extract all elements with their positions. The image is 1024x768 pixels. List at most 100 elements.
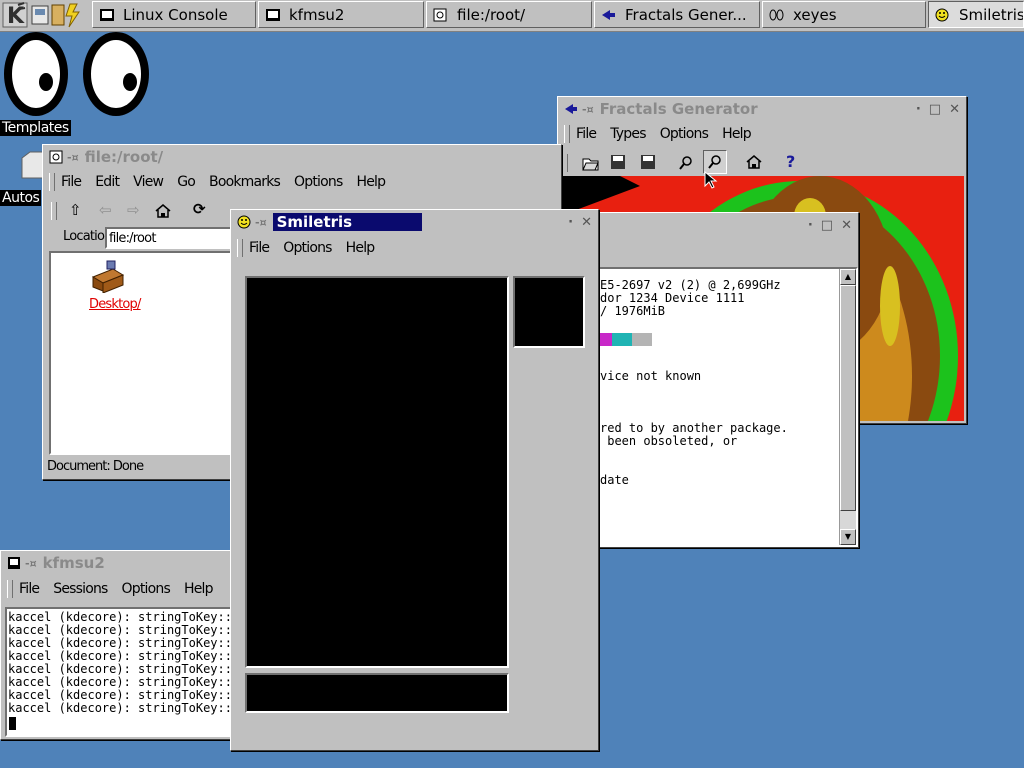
desktop-icon-autostart-label[interactable]: Autos	[0, 190, 42, 206]
zoom-in-icon	[708, 155, 721, 169]
desktop-folder-label[interactable]: Desktop/	[89, 297, 141, 312]
menu-file[interactable]: File	[576, 126, 597, 142]
taskbar-button[interactable]: Smiletris	[928, 1, 1024, 28]
kfmsu2-titlebar[interactable]: -¤ kfmsu2	[3, 553, 233, 573]
home-icon[interactable]	[155, 203, 171, 219]
mouse-cursor	[704, 171, 718, 189]
smiletris-titlebar[interactable]: -¤ Smiletris · ✕	[233, 212, 596, 232]
terminal-icon	[100, 8, 114, 21]
console-titlebar[interactable]: · □ ✕	[578, 215, 856, 235]
menubar-grip	[49, 173, 55, 191]
pin-icon[interactable]: -¤	[67, 151, 79, 164]
open-icon[interactable]	[582, 154, 600, 172]
menu-view[interactable]: View	[133, 174, 164, 190]
kfmsu2-terminal[interactable]: kaccel (kdecore): stringToKey::N kaccel …	[5, 607, 235, 737]
fractal-icon	[602, 9, 615, 20]
menubar-grip	[564, 125, 570, 143]
window-title: Smiletris	[272, 213, 423, 231]
file-manager-icon	[433, 8, 447, 21]
smiletris-menubar: File Options Help	[233, 236, 596, 260]
score-display	[245, 673, 509, 713]
zoom-out-icon[interactable]	[678, 155, 694, 171]
reload-icon[interactable]: ⟳	[193, 200, 206, 218]
taskbar-button[interactable]: kfmsu2	[258, 1, 424, 28]
scroll-up-icon[interactable]: ▲	[840, 269, 856, 285]
terminal-cursor	[9, 717, 16, 730]
menu-bookmarks[interactable]: Bookmarks	[209, 174, 281, 190]
forward-arrow-icon[interactable]: ⇨	[127, 201, 140, 219]
desktop-folder-icon[interactable]	[89, 259, 125, 293]
menu-options[interactable]: Options	[283, 240, 332, 256]
taskbar-button[interactable]: xeyes	[762, 1, 926, 28]
back-arrow-icon[interactable]: ⇦	[99, 201, 112, 219]
taskbar-button-label: Linux Console	[123, 5, 228, 24]
kfmsu2-menubar: File Sessions Options Help	[3, 577, 233, 601]
save-as-icon[interactable]	[640, 154, 656, 170]
fractals-titlebar[interactable]: -¤ Fractals Generator · □ ✕	[560, 99, 964, 119]
color-swatches	[598, 333, 652, 346]
save-icon[interactable]	[610, 154, 626, 170]
up-arrow-icon[interactable]: ⇧	[69, 201, 82, 219]
menu-options[interactable]: Options	[660, 126, 709, 142]
game-board[interactable]	[245, 276, 509, 668]
terminal-icon	[8, 557, 20, 569]
taskbar-button-label: Fractals Gener...	[625, 5, 747, 24]
file-manager-icon	[49, 150, 63, 164]
close-icon[interactable]: ✕	[949, 102, 960, 117]
menu-help[interactable]: Help	[346, 240, 376, 256]
menu-options[interactable]: Options	[294, 174, 343, 190]
next-piece-preview	[513, 276, 585, 348]
location-input[interactable]: file:/root	[105, 227, 235, 249]
close-icon[interactable]: ✕	[841, 218, 852, 233]
taskbar-button[interactable]: Fractals Gener...	[594, 1, 760, 28]
taskbar-button-label: Smiletris	[959, 5, 1024, 24]
close-icon[interactable]: ✕	[581, 215, 592, 230]
toolbar-grip	[51, 202, 57, 220]
help-icon[interactable]: ?	[786, 152, 795, 171]
pin-icon[interactable]: -¤	[25, 557, 37, 570]
xeyes-eyes	[4, 32, 149, 116]
console-output[interactable]: E5-2697 v2 (2) @ 2,699GHz dor 1234 Devic…	[596, 267, 858, 547]
smiletris-window: -¤ Smiletris · ✕ File Options Help	[230, 209, 599, 751]
menu-file[interactable]: File	[61, 174, 82, 190]
console-scrollbar[interactable]: ▲ ▼	[839, 269, 856, 545]
maximize-icon[interactable]: □	[821, 218, 833, 233]
minimize-icon[interactable]: ·	[916, 102, 921, 117]
minimize-icon[interactable]: ·	[568, 215, 573, 230]
menu-types[interactable]: Types	[610, 126, 646, 142]
file-view[interactable]: Desktop/	[49, 251, 239, 455]
maximize-icon[interactable]: □	[929, 102, 941, 117]
menu-file[interactable]: File	[19, 581, 40, 597]
pin-icon[interactable]: -¤	[582, 103, 594, 116]
filemanager-menubar: File Edit View Go Bookmarks Options Help	[45, 170, 559, 194]
scroll-down-icon[interactable]: ▼	[840, 529, 856, 545]
menu-help[interactable]: Help	[356, 174, 386, 190]
pin-icon[interactable]: -¤	[255, 216, 267, 229]
fractal-icon	[565, 104, 577, 114]
minimize-icon[interactable]: ·	[808, 218, 813, 233]
menu-sessions[interactable]: Sessions	[53, 581, 108, 597]
filemanager-toolbar: ⇧ ⇦ ⇨ ⟳	[45, 200, 245, 224]
menu-help[interactable]: Help	[722, 126, 752, 142]
filemanager-titlebar[interactable]: -¤ file:/root/	[45, 147, 559, 167]
menu-help[interactable]: Help	[184, 581, 214, 597]
taskbar-button[interactable]: file:/root/	[426, 1, 592, 28]
window-title: file:/root/	[84, 148, 164, 166]
fractals-menubar: File Types Options Help	[560, 122, 964, 146]
scroll-thumb[interactable]	[840, 285, 856, 511]
taskbar-button-label: file:/root/	[457, 5, 526, 24]
menu-options[interactable]: Options	[122, 581, 171, 597]
smiley-icon	[935, 8, 949, 21]
terminal-text: kaccel (kdecore): stringToKey::N kaccel …	[8, 610, 235, 715]
menu-edit[interactable]: Edit	[95, 174, 120, 190]
k-menu-icon[interactable]: K	[2, 1, 92, 29]
kfmsu2-window: -¤ kfmsu2 File Sessions Options Help kac…	[0, 550, 236, 740]
fractals-toolbar: ?	[560, 150, 960, 176]
menu-go[interactable]: Go	[177, 174, 196, 190]
home-icon[interactable]	[746, 154, 762, 170]
desktop-icon-templates-label[interactable]: Templates	[0, 120, 71, 136]
menu-file[interactable]: File	[249, 240, 270, 256]
taskbar-button-label: xeyes	[793, 5, 837, 24]
taskbar-button[interactable]: Linux Console	[92, 1, 256, 28]
swatch-gray	[632, 333, 652, 346]
